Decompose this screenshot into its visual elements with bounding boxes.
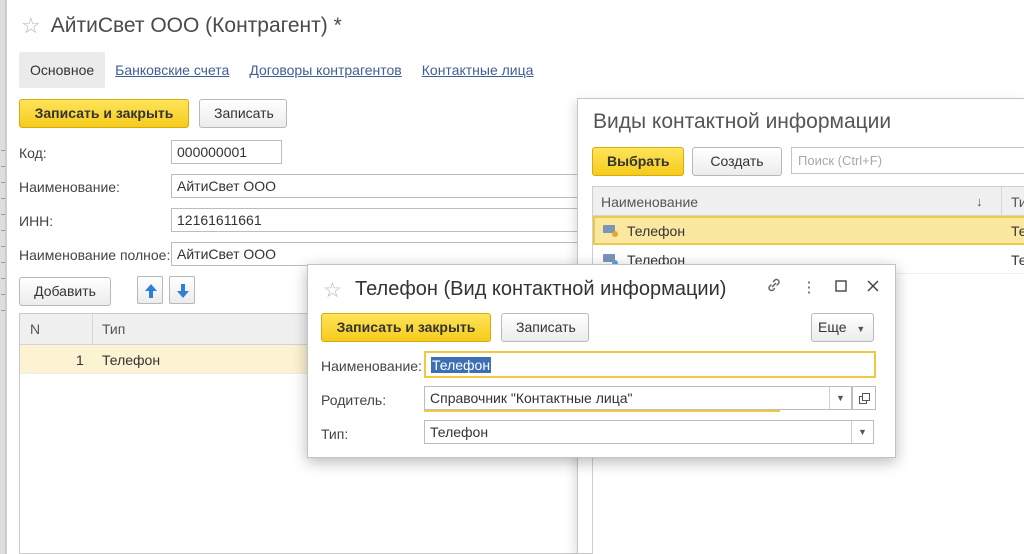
tab-contact-persons[interactable]: Контактные лица <box>412 52 544 88</box>
name-label: Наименование: <box>19 179 120 195</box>
code-field[interactable]: 000000001 <box>171 140 282 164</box>
row-type: Телефон <box>102 352 161 368</box>
save-button[interactable]: Записать <box>199 99 287 128</box>
parent-field-underline <box>424 410 780 412</box>
more-label: Еще <box>818 319 847 335</box>
more-vertical-icon[interactable]: ⋮ <box>798 277 820 299</box>
column-name[interactable]: Наименование <box>601 187 698 217</box>
row-number: 1 <box>76 352 84 368</box>
chevron-down-icon: ▼ <box>856 324 866 334</box>
form-tabs: Основное Банковские счета Договоры контр… <box>19 52 543 88</box>
save-button[interactable]: Записать <box>501 313 589 342</box>
phone-kind-dialog: ☆ Телефон (Вид контактной информации) ⋮ … <box>307 264 896 458</box>
item-name: Телефон <box>627 223 686 239</box>
tab-bank-accounts[interactable]: Банковские счета <box>105 52 239 88</box>
type-field[interactable]: Телефон ▼ <box>424 420 874 444</box>
parent-value: Справочник "Контактные лица" <box>430 390 633 406</box>
list-item[interactable]: Телефон Те <box>593 216 1024 245</box>
save-and-close-button[interactable]: Записать и закрыть <box>19 99 189 128</box>
dialog-name-label: Наименование: <box>321 358 422 374</box>
maximize-icon[interactable] <box>830 277 852 299</box>
selector-title: Виды контактной информации <box>593 110 892 133</box>
move-down-button[interactable] <box>169 276 195 304</box>
column-type[interactable]: Тип <box>102 314 125 344</box>
type-value: Телефон <box>430 424 489 440</box>
code-label: Код: <box>19 145 47 161</box>
parent-field[interactable]: Справочник "Контактные лица" ▼ <box>424 386 852 410</box>
tab-main[interactable]: Основное <box>19 52 106 88</box>
dropdown-arrow-icon[interactable]: ▼ <box>851 421 873 443</box>
item-type: Те <box>1011 252 1024 268</box>
search-input[interactable] <box>791 147 1024 174</box>
add-button[interactable]: Добавить <box>19 277 111 306</box>
arrow-down-icon <box>177 284 189 298</box>
name-field[interactable]: АйтиСвет ООО <box>171 174 591 198</box>
tab-contracts[interactable]: Договоры контрагентов <box>239 52 411 88</box>
dropdown-arrow-icon[interactable]: ▼ <box>829 387 851 409</box>
kinds-table-header: Наименование ↓ Ти <box>593 187 1024 216</box>
form-title: АйтиСвет ООО (Контрагент) * <box>50 14 342 37</box>
dialog-title: Телефон (Вид контактной информации) <box>355 278 727 300</box>
sort-desc-icon: ↓ <box>976 194 983 209</box>
save-and-close-button[interactable]: Записать и закрыть <box>321 313 491 342</box>
close-icon[interactable] <box>862 277 884 299</box>
arrow-up-icon <box>145 284 157 298</box>
form-header: ☆ АйтиСвет ООО (Контрагент) * <box>21 14 342 38</box>
item-type: Те <box>1011 223 1024 239</box>
catalog-item-icon <box>603 254 618 266</box>
dialog-name-field[interactable]: Телефон <box>424 351 876 378</box>
more-button[interactable]: Еще ▼ <box>811 313 874 342</box>
catalog-item-icon <box>603 225 618 237</box>
dialog-name-value: Телефон <box>431 357 492 373</box>
full-name-label: Наименование полное: <box>19 247 171 263</box>
link-icon[interactable] <box>763 277 785 299</box>
star-icon[interactable]: ☆ <box>21 15 41 37</box>
select-button[interactable]: Выбрать <box>592 147 684 176</box>
move-up-button[interactable] <box>137 276 163 304</box>
type-label: Тип: <box>321 426 349 442</box>
star-icon[interactable]: ☆ <box>323 278 342 303</box>
column-n[interactable]: N <box>30 314 40 344</box>
parent-label: Родитель: <box>321 392 387 408</box>
inn-label: ИНН: <box>19 213 54 229</box>
column-type[interactable]: Ти <box>1011 187 1024 217</box>
full-name-field[interactable]: АйтиСвет ООО <box>171 242 591 266</box>
open-form-icon[interactable] <box>852 386 876 410</box>
create-button[interactable]: Создать <box>692 147 782 176</box>
inn-field[interactable]: 12161611661 <box>171 208 591 232</box>
